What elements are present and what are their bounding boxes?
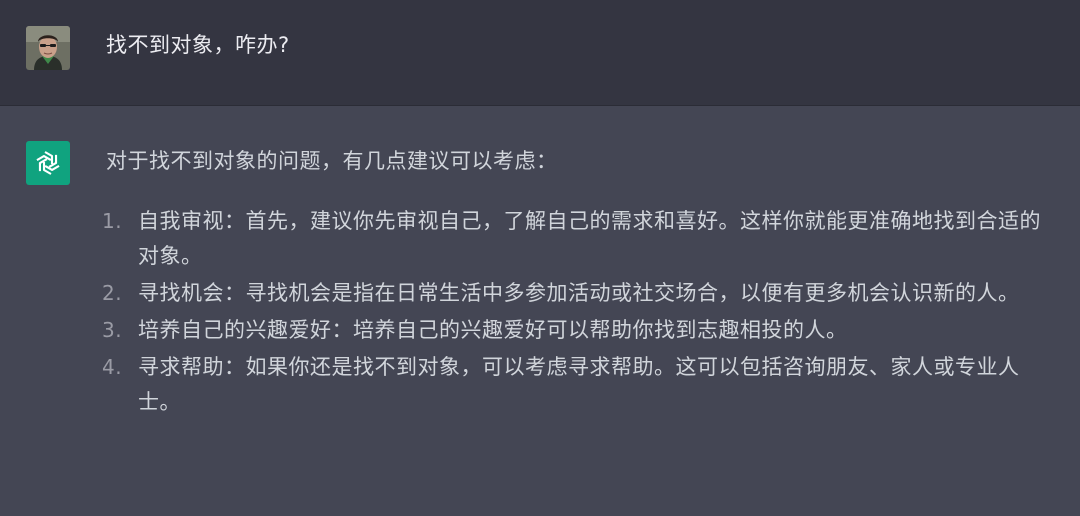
- list-item: 4. 寻求帮助：如果你还是找不到对象，可以考虑寻求帮助。这可以包括咨询朋友、家人…: [102, 350, 1051, 420]
- suggestion-list: 1. 自我审视：首先，建议你先审视自己，了解自己的需求和喜好。这样你就能更准确地…: [102, 204, 1051, 420]
- list-item: 2. 寻找机会：寻找机会是指在日常生活中多参加活动或社交场合，以便有更多机会认识…: [102, 276, 1051, 311]
- assistant-intro-text: 对于找不到对象的问题，有几点建议可以考虑：: [106, 149, 558, 173]
- list-item-text: 培养自己的兴趣爱好：培养自己的兴趣爱好可以帮助你找到志趣相投的人。: [138, 318, 848, 342]
- assistant-message-body: 对于找不到对象的问题，有几点建议可以考虑： 1. 自我审视：首先，建议你先审视自…: [102, 144, 1051, 422]
- chat-page: 找不到对象，咋办? 对于找不到对象的问题，有几点建议可以考虑： 1. 自我审视：…: [0, 0, 1080, 516]
- list-item: 1. 自我审视：首先，建议你先审视自己，了解自己的需求和喜好。这样你就能更准确地…: [102, 204, 1051, 274]
- list-item-text: 寻求帮助：如果你还是找不到对象，可以考虑寻求帮助。这可以包括咨询朋友、家人或专业…: [138, 355, 1020, 414]
- list-item-number: 1.: [102, 209, 123, 233]
- user-message-row: 找不到对象，咋办?: [0, 0, 1080, 106]
- assistant-message-row: 对于找不到对象的问题，有几点建议可以考虑： 1. 自我审视：首先，建议你先审视自…: [0, 106, 1080, 516]
- list-item-text: 寻找机会：寻找机会是指在日常生活中多参加活动或社交场合，以便有更多机会认识新的人…: [138, 281, 1020, 305]
- list-item-text: 自我审视：首先，建议你先审视自己，了解自己的需求和喜好。这样你就能更准确地找到合…: [138, 209, 1041, 268]
- list-item-number: 3.: [102, 318, 123, 342]
- list-item: 3. 培养自己的兴趣爱好：培养自己的兴趣爱好可以帮助你找到志趣相投的人。: [102, 313, 1051, 348]
- list-item-number: 2.: [102, 281, 123, 305]
- assistant-avatar: [26, 141, 70, 185]
- list-item-number: 4.: [102, 355, 123, 379]
- openai-logo-icon: [36, 151, 60, 175]
- user-message-text: 找不到对象，咋办?: [106, 33, 290, 57]
- user-photo-avatar-icon: [26, 26, 70, 70]
- user-avatar: [26, 26, 70, 70]
